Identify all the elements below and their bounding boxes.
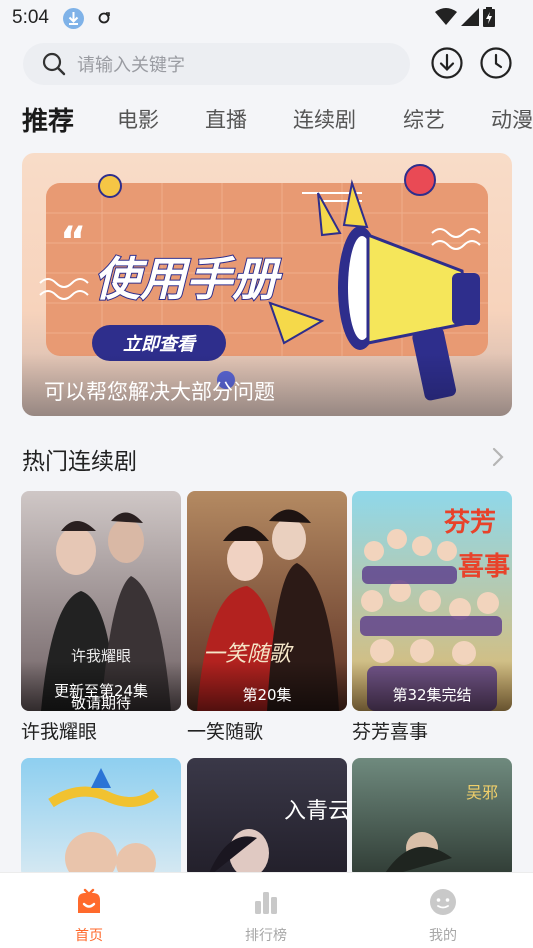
battery-icon [483,7,495,27]
nav-home[interactable]: 首页 [44,887,134,945]
show-title: 芬芳喜事 [352,721,429,743]
banner-headline: 使用手册 [94,252,283,306]
ranking-icon [255,892,277,914]
banner-button-label: 立即查看 [123,334,197,355]
tab-movies[interactable]: 电影 [117,104,159,134]
top-bar: 请输入关键字 [0,36,533,94]
show-poster[interactable]: 许我耀眼 更新至第24集 敬请期待 [21,491,181,711]
episode-badge: 第20集 [242,686,292,704]
tab-live[interactable]: 直播 [205,104,247,134]
promo-banner[interactable]: “ 使用手册 立即查看 可以帮您解决大部分问题 [22,153,512,416]
svg-text:芬芳: 芬芳 [444,508,496,538]
banner-caption: 可以帮您解决大部分问题 [44,380,275,404]
svg-text:“: “ [60,219,86,265]
status-time: 5:04 [12,7,49,28]
episode-badge-note: 敬请期待 [70,694,131,711]
download-icon[interactable] [430,46,464,80]
search-input[interactable]: 请输入关键字 [23,43,410,85]
category-tabs: 推荐 电影 直播 连续剧 综艺 动漫 [0,96,533,142]
wifi-icon [435,8,457,25]
search-icon [42,52,66,76]
status-indicators [435,7,495,27]
show-card[interactable]: 一笑随歌 第20集 一笑随歌 [187,491,347,744]
home-icon [78,888,100,913]
show-poster[interactable]: 吴邪 [352,758,512,878]
show-card[interactable]: 许我耀眼 更新至第24集 敬请期待 许我耀眼 [21,491,181,744]
nav-label: 我的 [429,928,457,944]
svg-text:吴邪: 吴邪 [466,783,498,802]
svg-text:入青云: 入青云 [284,799,347,824]
section-title: 热门连续剧 [22,449,137,475]
tab-series[interactable]: 连续剧 [293,104,356,134]
episode-badge: 第32集完结 [392,686,472,704]
nav-ranking[interactable]: 排行榜 [221,887,311,945]
bottom-nav: 首页 排行榜 我的 [0,872,533,948]
show-poster[interactable] [21,758,181,878]
tab-recommended[interactable]: 推荐 [22,101,74,138]
tab-anime[interactable]: 动漫 [491,104,533,134]
tab-variety[interactable]: 综艺 [403,104,445,134]
svg-text:喜事: 喜事 [458,552,510,582]
history-icon[interactable] [479,46,513,80]
show-title: 许我耀眼 [21,721,98,743]
cell-signal-icon [461,8,479,26]
show-poster[interactable]: 芬芳 喜事 第32集完结 [352,491,512,711]
search-placeholder: 请输入关键字 [77,55,185,76]
profile-icon [430,889,456,915]
status-bar: 5:04 [0,0,533,36]
nav-profile[interactable]: 我的 [398,887,488,945]
show-title: 一笑随歌 [187,721,264,743]
chevron-right-icon[interactable] [488,444,508,470]
show-poster[interactable]: 入青云 [187,758,347,878]
download-notification-icon [63,8,84,29]
nav-label: 首页 [75,928,103,944]
show-poster[interactable]: 一笑随歌 第20集 [187,491,347,711]
nav-label: 排行榜 [245,928,287,944]
hot-series-header: 热门连续剧 [22,438,512,478]
show-card[interactable]: 芬芳 喜事 第32集完结 芬芳喜事 [352,491,512,744]
sync-icon [97,10,111,24]
